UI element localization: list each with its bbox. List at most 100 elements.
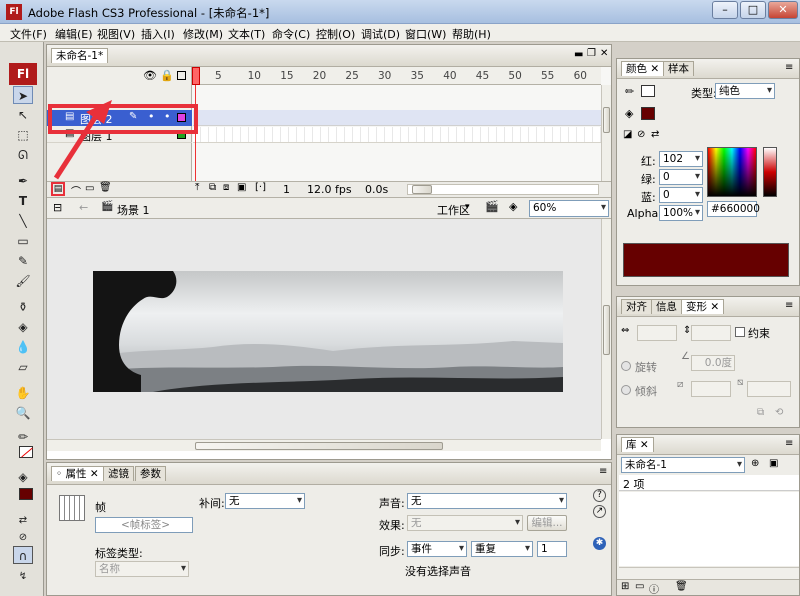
label-type-select[interactable]: 名称 — [95, 561, 189, 577]
snap-to-objects-icon[interactable]: ∩ — [13, 546, 33, 564]
fill-color-icon[interactable]: ◈ — [13, 468, 33, 486]
repeat-select[interactable]: 重复 — [471, 541, 533, 557]
edit-symbols-icon[interactable]: ◈ — [509, 200, 517, 213]
sound-select[interactable]: 无 — [407, 493, 567, 509]
menu-help[interactable]: 帮助(H) — [452, 26, 491, 42]
free-transform-tool-icon[interactable]: ⬚ — [13, 126, 33, 144]
eye-icon[interactable]: 👁 — [143, 69, 157, 82]
menu-file[interactable]: 文件(F) — [10, 26, 47, 42]
swap-colors-icon[interactable]: ⇄ — [13, 512, 33, 530]
tab-filters[interactable]: 滤镜 — [103, 466, 134, 481]
frame-ruler[interactable]: 5101520253035404550556065 — [193, 67, 601, 85]
edit-sound-button[interactable]: 编辑... — [527, 515, 567, 531]
color-spectrum[interactable] — [707, 147, 757, 197]
red-input[interactable]: 102 — [659, 151, 703, 167]
stroke-swatch[interactable] — [641, 85, 655, 97]
fill-color-swatch[interactable] — [19, 488, 33, 500]
green-input[interactable]: 0 — [659, 169, 703, 185]
tab-transform[interactable]: 变形 ✕ — [681, 299, 725, 314]
onion-outlines-icon[interactable]: ⧈ — [223, 182, 229, 193]
pen-tool-icon[interactable]: ✒ — [13, 172, 33, 190]
menu-modify[interactable]: 修改(M) — [183, 26, 223, 42]
no-color-icon[interactable]: ⊘ — [637, 129, 645, 140]
outline-icon[interactable] — [177, 71, 186, 80]
layer-2-frames[interactable] — [193, 110, 601, 126]
skew-radio[interactable] — [621, 385, 631, 395]
no-color-icon[interactable]: ⊘ — [13, 529, 33, 547]
brush-tool-icon[interactable]: 🖌 — [13, 272, 33, 290]
fill-bucket-icon[interactable]: ◈ — [625, 107, 633, 120]
skew-v-input[interactable] — [747, 381, 791, 397]
ink-bottle-tool-icon[interactable]: ⚱ — [13, 298, 33, 316]
panel-menu-icon[interactable]: ≡ — [785, 438, 793, 449]
copy-transform-icon[interactable]: ⧉ — [757, 407, 764, 418]
blue-input[interactable]: 0 — [659, 187, 703, 203]
layer-1-frames[interactable] — [193, 127, 601, 143]
text-tool-icon[interactable]: T — [13, 192, 33, 210]
menu-debug[interactable]: 调试(D) — [361, 26, 400, 42]
tab-info[interactable]: 信息 — [651, 299, 682, 314]
default-colors-icon[interactable]: ◪ — [623, 129, 632, 140]
tab-swatches[interactable]: 样本 — [663, 61, 694, 76]
tween-select[interactable]: 无 — [225, 493, 305, 509]
close-doc-icon[interactable]: ✕ — [600, 48, 608, 59]
subselection-tool-icon[interactable]: ↖ — [13, 106, 33, 124]
hand-tool-icon[interactable]: ✋ — [13, 384, 33, 402]
maximize-button[interactable]: □ — [740, 1, 766, 19]
alpha-input[interactable]: 100% — [659, 205, 703, 221]
selection-tool-icon[interactable]: ➤ — [13, 86, 33, 104]
timeline-hscroll[interactable] — [407, 184, 599, 195]
brightness-slider[interactable] — [763, 147, 777, 197]
workspace-chevron-icon[interactable]: ▾ — [465, 202, 470, 212]
eyedropper-tool-icon[interactable]: 💧 — [13, 338, 33, 356]
center-frame-icon[interactable]: ⤒ — [195, 182, 199, 193]
tab-properties[interactable]: ◦ 属性 ✕ — [51, 466, 104, 481]
stroke-color-swatch[interactable] — [19, 446, 33, 458]
help-icon[interactable]: ? — [593, 489, 606, 502]
swap-colors-icon[interactable]: ⇄ — [651, 129, 659, 140]
modify-onion-markers-icon[interactable]: [·] — [255, 182, 266, 193]
delete-icon[interactable]: 🗑 — [675, 581, 688, 592]
rotate-input[interactable]: 0.0度 — [691, 355, 735, 371]
library-hscroll[interactable] — [619, 567, 799, 579]
menu-commands[interactable]: 命令(C) — [272, 26, 310, 42]
properties-icon[interactable]: ⓘ — [649, 581, 659, 596]
zoom-select[interactable]: 60% — [529, 200, 609, 217]
panel-menu-icon[interactable]: ≡ — [599, 466, 607, 477]
paint-bucket-tool-icon[interactable]: ◈ — [13, 318, 33, 336]
smooth-icon[interactable]: ↯ — [13, 568, 33, 586]
tab-align[interactable]: 对齐 — [621, 299, 652, 314]
edit-scene-icon[interactable]: 🎬 — [485, 200, 499, 213]
menu-edit[interactable]: 编辑(E) — [55, 26, 93, 42]
stroke-color-icon[interactable]: ✏ — [13, 428, 33, 446]
menu-text[interactable]: 文本(T) — [228, 26, 265, 42]
close-button[interactable]: ✕ — [768, 1, 798, 19]
onion-skin-icon[interactable]: ⧉ — [209, 182, 216, 193]
height-input[interactable] — [691, 325, 731, 341]
menu-insert[interactable]: 插入(I) — [141, 26, 175, 42]
frame-label-input[interactable]: <帧标签> — [95, 517, 193, 533]
library-list[interactable] — [619, 492, 799, 566]
timeline-vscroll[interactable] — [601, 85, 611, 181]
maximize-doc-icon[interactable]: ❐ — [587, 48, 596, 59]
menu-view[interactable]: 视图(V) — [97, 26, 135, 42]
tab-library[interactable]: 库 ✕ — [621, 437, 654, 452]
landscape-image[interactable] — [93, 271, 563, 392]
new-symbol-icon[interactable]: ⊞ — [621, 581, 629, 592]
tab-parameters[interactable]: 参数 — [135, 466, 166, 481]
stroke-pencil-icon[interactable]: ✏ — [625, 85, 634, 98]
line-tool-icon[interactable]: ╲ — [13, 212, 33, 230]
zoom-tool-icon[interactable]: 🔍 — [13, 404, 33, 422]
skew-h-input[interactable] — [691, 381, 731, 397]
accessibility-icon[interactable]: ✱ — [593, 537, 606, 550]
constrain-checkbox[interactable] — [735, 327, 745, 337]
tab-document[interactable]: 未命名-1* — [51, 48, 109, 63]
width-input[interactable] — [637, 325, 677, 341]
repeat-count-input[interactable]: 1 — [537, 541, 567, 557]
library-document-select[interactable]: 未命名-1 — [621, 457, 745, 473]
pin-library-icon[interactable]: ⊕ — [751, 458, 759, 469]
effect-select[interactable]: 无 — [407, 515, 523, 531]
eraser-tool-icon[interactable]: ▱ — [13, 358, 33, 376]
edit-icon[interactable]: ↗ — [593, 505, 606, 518]
lasso-tool-icon[interactable]: ᘏ — [13, 146, 33, 164]
